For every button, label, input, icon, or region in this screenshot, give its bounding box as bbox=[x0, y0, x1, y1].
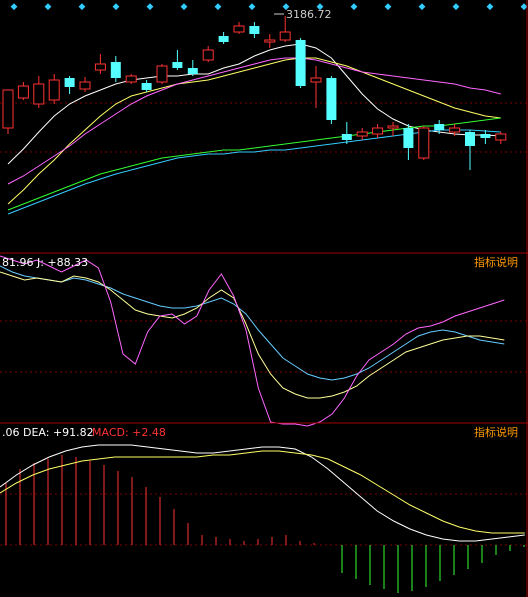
top-marker: ◆ bbox=[215, 2, 222, 12]
candle-body bbox=[202, 49, 214, 61]
candle-body bbox=[141, 83, 152, 90]
indicator-help-link[interactable]: 指标说明 bbox=[474, 255, 518, 269]
candle-body bbox=[125, 75, 137, 83]
top-marker: ◆ bbox=[453, 2, 460, 12]
high-price-label: 3186.72 bbox=[286, 8, 332, 21]
candle-body bbox=[434, 124, 445, 130]
candle-body bbox=[356, 131, 368, 137]
top-marker: ◆ bbox=[181, 2, 188, 12]
candle-body bbox=[449, 127, 461, 133]
candle-body bbox=[33, 83, 45, 105]
candle-body bbox=[279, 31, 291, 41]
candle-body bbox=[465, 132, 475, 146]
candle-body bbox=[2, 89, 14, 129]
top-marker: ◆ bbox=[487, 2, 494, 12]
candle-body bbox=[480, 134, 491, 138]
candle-body bbox=[310, 77, 322, 83]
top-marker: ◆ bbox=[147, 2, 154, 12]
top-marker: ◆ bbox=[11, 2, 18, 12]
candle-body bbox=[94, 63, 106, 71]
top-marker: ◆ bbox=[385, 2, 392, 12]
candle-body bbox=[17, 85, 29, 99]
candle-body bbox=[403, 128, 414, 148]
stock-chart[interactable]: ◆◆◆◆◆◆◆◆◆◆◆◆◆◆◆◆◆ 3186.72 81.96 J: +88.3… bbox=[0, 0, 528, 597]
candle-body bbox=[341, 134, 352, 140]
indicator-help-link[interactable]: 指标说明 bbox=[474, 425, 518, 439]
top-marker: ◆ bbox=[419, 2, 426, 12]
candle-body bbox=[156, 65, 168, 83]
candle-body bbox=[418, 127, 430, 159]
top-marker: ◆ bbox=[45, 2, 52, 12]
candle-body bbox=[48, 79, 60, 101]
macd-dea-label: .06 DEA: +91.82 bbox=[2, 426, 94, 439]
candle-body bbox=[372, 127, 384, 135]
top-marker: ◆ bbox=[249, 2, 256, 12]
candle-body bbox=[218, 36, 229, 42]
top-marker: ◆ bbox=[113, 2, 120, 12]
candle-body bbox=[233, 25, 245, 33]
candle-body bbox=[295, 40, 306, 86]
candle-body bbox=[64, 78, 75, 87]
candle-body bbox=[326, 78, 337, 120]
candle-body bbox=[110, 62, 121, 78]
top-marker: ◆ bbox=[351, 2, 358, 12]
macd-value-label: MACD: +2.48 bbox=[92, 426, 166, 439]
top-marker: ◆ bbox=[79, 2, 86, 12]
candle-body bbox=[495, 133, 507, 141]
candle-body bbox=[79, 81, 91, 90]
top-marker: ◆ bbox=[521, 2, 528, 12]
candle-body bbox=[387, 125, 399, 129]
candle-body bbox=[249, 26, 260, 34]
candle-body bbox=[187, 68, 198, 74]
candle-body bbox=[172, 62, 183, 68]
kdj-label: 81.96 J: +88.33 bbox=[2, 256, 88, 269]
candle-body bbox=[264, 39, 276, 43]
